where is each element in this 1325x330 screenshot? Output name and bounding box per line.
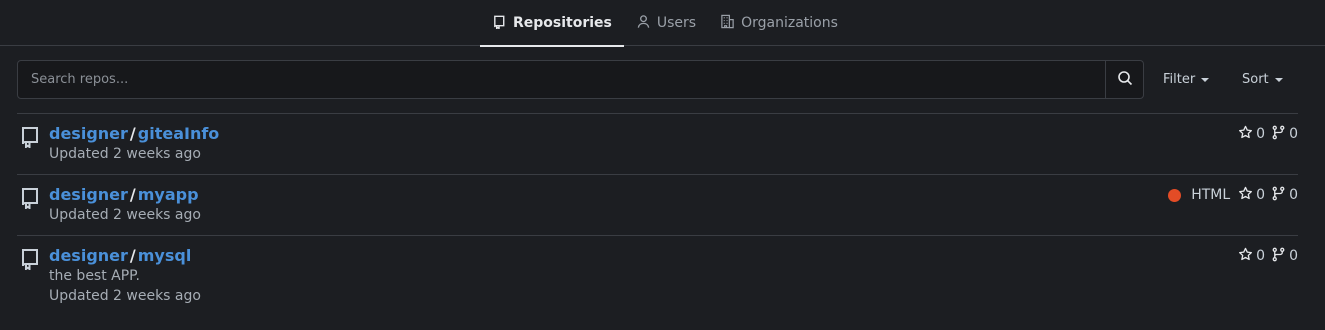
tab-users[interactable]: Users xyxy=(624,0,708,46)
repo-list: designer / giteaInfo Updated 2 weeks ago 0… xyxy=(17,113,1298,316)
star-icon xyxy=(1238,247,1253,266)
tab-label: Users xyxy=(656,15,697,31)
separator: / xyxy=(129,185,136,204)
repo-meta: 0 0 xyxy=(1238,124,1298,144)
repo-icon xyxy=(20,248,40,271)
tab-organizations[interactable]: Organizations xyxy=(708,0,850,46)
repo-description: the best APP. xyxy=(49,268,140,284)
separator: / xyxy=(129,246,136,265)
repo-item: designer / giteaInfo Updated 2 weeks ago 0… xyxy=(17,114,1298,175)
forks-link[interactable]: 0 xyxy=(1271,247,1298,266)
repo-name-link[interactable]: giteaInfo xyxy=(138,124,220,143)
tab-label: Repositories xyxy=(513,15,612,31)
repo-icon xyxy=(20,187,40,210)
repo-title: designer / giteaInfo xyxy=(49,124,1298,144)
repo-meta: 0 0 xyxy=(1238,246,1298,266)
search-input[interactable] xyxy=(18,61,1105,98)
repo-updated: Updated 2 weeks ago xyxy=(49,207,201,223)
fork-icon xyxy=(1271,186,1286,205)
stars-link[interactable]: 0 xyxy=(1238,247,1265,266)
sort-label: Sort xyxy=(1242,72,1269,87)
separator: / xyxy=(129,124,136,143)
repo-item: designer / mysql the best APP. Updated 2 w… xyxy=(17,236,1298,316)
forks-link[interactable]: 0 xyxy=(1271,125,1298,144)
repo-meta: HTML 0 0 xyxy=(1168,185,1298,205)
language-label: HTML xyxy=(1191,187,1231,203)
repo-icon xyxy=(20,126,40,149)
caret-down-icon xyxy=(1201,78,1210,82)
repo-owner-link[interactable]: designer xyxy=(49,124,128,143)
fork-icon xyxy=(1271,247,1286,266)
explore-tabs: Repositories Users Organizations xyxy=(480,0,850,47)
stars-count: 0 xyxy=(1256,248,1266,264)
search-row: Filter Sort xyxy=(17,60,1298,99)
repo-owner-link[interactable]: designer xyxy=(49,246,128,265)
repo-name-link[interactable]: mysql xyxy=(138,246,192,265)
filter-label: Filter xyxy=(1163,72,1196,87)
organization-icon xyxy=(720,14,735,33)
repo-item: designer / myapp Updated 2 weeks ago HTML … xyxy=(17,175,1298,236)
repo-name-link[interactable]: myapp xyxy=(138,185,199,204)
fork-icon xyxy=(1271,125,1286,144)
forks-count: 0 xyxy=(1289,126,1298,142)
forks-link[interactable]: 0 xyxy=(1271,186,1298,205)
repo-icon xyxy=(492,14,507,33)
search-icon xyxy=(1117,70,1133,90)
star-icon xyxy=(1238,186,1253,205)
repo-title: designer / mysql xyxy=(49,246,1298,266)
tab-bar: Repositories Users Organizations xyxy=(0,0,1325,47)
search-box xyxy=(17,60,1144,99)
sort-dropdown[interactable]: Sort xyxy=(1242,60,1283,99)
language-color-dot xyxy=(1168,188,1182,202)
stars-link[interactable]: 0 xyxy=(1238,186,1265,205)
repo-updated: Updated 2 weeks ago xyxy=(49,288,201,304)
star-icon xyxy=(1238,125,1253,144)
repo-owner-link[interactable]: designer xyxy=(49,185,128,204)
search-button[interactable] xyxy=(1105,61,1143,98)
repo-language: HTML xyxy=(1168,187,1230,203)
tab-label: Organizations xyxy=(741,15,838,31)
filter-dropdown[interactable]: Filter xyxy=(1163,60,1210,99)
stars-count: 0 xyxy=(1256,187,1266,203)
forks-count: 0 xyxy=(1289,248,1298,264)
tab-repositories[interactable]: Repositories xyxy=(480,0,624,47)
caret-down-icon xyxy=(1274,78,1283,82)
repo-updated: Updated 2 weeks ago xyxy=(49,146,201,162)
stars-link[interactable]: 0 xyxy=(1238,125,1265,144)
repo-title: designer / myapp xyxy=(49,185,1298,205)
forks-count: 0 xyxy=(1289,187,1298,203)
user-icon xyxy=(636,14,651,33)
stars-count: 0 xyxy=(1256,126,1266,142)
